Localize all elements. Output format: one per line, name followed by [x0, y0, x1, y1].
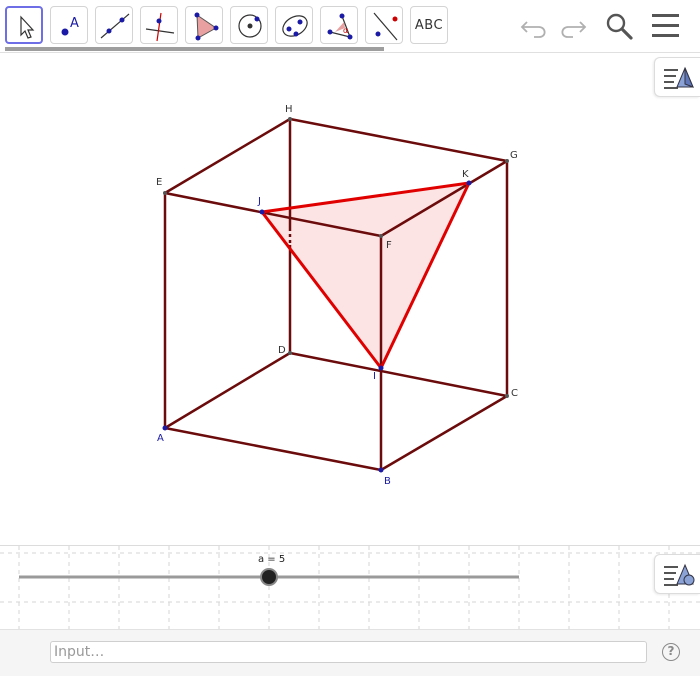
- point-d[interactable]: [288, 351, 292, 355]
- circle-icon: [238, 14, 262, 38]
- menu-icon[interactable]: [650, 10, 682, 42]
- style-bar-icon: [664, 66, 694, 89]
- point-h[interactable]: [288, 117, 292, 121]
- style-bar-toggle-button-2[interactable]: [654, 554, 700, 594]
- angle-icon: α: [327, 13, 353, 40]
- point-g[interactable]: [505, 159, 509, 163]
- label-g: G: [510, 150, 518, 161]
- cube-drawing[interactable]: A B C D E F G H I J K: [0, 53, 700, 544]
- grid-slider-area[interactable]: a = 5: [0, 546, 700, 630]
- polygon-icon: [194, 12, 219, 41]
- circle-tool-button[interactable]: [230, 6, 268, 44]
- label-c: C: [511, 388, 518, 399]
- input-bar: Input… ?: [0, 629, 700, 676]
- graphics-view[interactable]: A B C D E F G H I J K: [0, 53, 700, 544]
- label-e: E: [156, 177, 162, 188]
- slider-handle[interactable]: [260, 568, 278, 586]
- point-a[interactable]: [162, 425, 168, 431]
- slider-label: a = 5: [258, 554, 285, 565]
- edge-da[interactable]: [164, 351, 291, 430]
- label-f: F: [386, 240, 392, 251]
- ellipse-tool-button[interactable]: [275, 6, 313, 44]
- point-tool-label: A: [70, 16, 79, 31]
- edge-bc[interactable]: [380, 394, 508, 472]
- perpendicular-tool-button[interactable]: [140, 6, 178, 44]
- label-d: D: [278, 345, 286, 356]
- point-k[interactable]: [466, 180, 472, 186]
- perpendicular-line-icon: [145, 12, 175, 42]
- point-e[interactable]: [163, 191, 167, 195]
- toolbar-scroll-indicator: [5, 47, 384, 51]
- style-bar-icon-2: [664, 563, 695, 586]
- cursor-icon: [20, 15, 35, 39]
- undo-icon[interactable]: [519, 10, 551, 42]
- label-j: J: [257, 196, 261, 207]
- reflect-icon: [373, 12, 398, 41]
- angle-tool-button[interactable]: α: [320, 6, 358, 44]
- line-tool-button[interactable]: [95, 6, 133, 44]
- angle-tool-label: α: [343, 26, 348, 35]
- point-c[interactable]: [505, 394, 509, 398]
- point-f[interactable]: [379, 234, 383, 238]
- search-icon[interactable]: [603, 10, 635, 42]
- input-field[interactable]: Input…: [50, 641, 647, 663]
- label-h: H: [285, 104, 293, 115]
- text-tool-button[interactable]: ABC: [410, 6, 448, 44]
- edge-ab[interactable]: [164, 426, 382, 472]
- help-button[interactable]: ?: [662, 643, 680, 661]
- polygon-tool-button[interactable]: [185, 6, 223, 44]
- point-i[interactable]: [378, 365, 384, 371]
- toolbar: A α ABC: [0, 0, 700, 53]
- edge-gh[interactable]: [289, 117, 508, 163]
- label-a: A: [157, 433, 164, 444]
- graphics-view-2[interactable]: a = 5: [0, 545, 700, 630]
- style-bar-toggle-button[interactable]: [654, 57, 700, 97]
- point-tool-button[interactable]: A: [50, 6, 88, 44]
- point-b[interactable]: [378, 467, 384, 473]
- ellipse-icon: [282, 15, 308, 37]
- line-icon: [100, 13, 130, 39]
- edge-cd[interactable]: [289, 351, 508, 398]
- text-tool-label: ABC: [414, 17, 444, 33]
- edge-he[interactable]: [164, 117, 291, 195]
- label-i: I: [373, 371, 376, 382]
- move-tool-button[interactable]: [5, 6, 43, 44]
- triangle-ijk-fill[interactable]: [262, 183, 469, 368]
- reflect-tool-button[interactable]: [365, 6, 403, 44]
- point-icon: A: [61, 16, 79, 36]
- redo-icon[interactable]: [556, 10, 588, 42]
- point-j[interactable]: [259, 209, 265, 215]
- label-b: B: [384, 476, 391, 487]
- label-k: K: [462, 169, 469, 180]
